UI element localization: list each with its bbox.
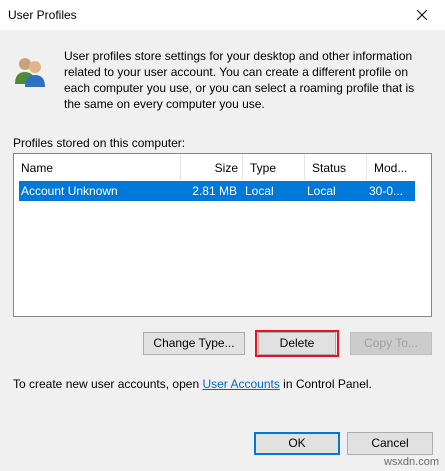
column-header-name[interactable]: Name	[14, 154, 181, 180]
watermark: wsxdn.com	[383, 456, 439, 468]
cell-type: Local	[245, 184, 274, 198]
change-type-button[interactable]: Change Type...	[143, 332, 245, 355]
cell-name: Account Unknown	[21, 184, 118, 198]
footer-prefix: To create new user accounts, open	[13, 377, 203, 391]
list-header: Name Size Type Status Mod...	[14, 154, 431, 180]
users-icon	[15, 58, 45, 87]
profiles-label: Profiles stored on this computer:	[13, 136, 186, 150]
column-header-modified[interactable]: Mod...	[367, 154, 431, 180]
delete-highlight	[255, 330, 339, 357]
ok-button[interactable]: OK	[254, 432, 340, 455]
cell-status: Local	[307, 184, 336, 198]
cell-modified: 30-0...	[369, 184, 404, 198]
close-icon	[417, 10, 427, 20]
window-title: User Profiles	[8, 8, 77, 22]
close-button[interactable]	[399, 0, 445, 30]
profiles-description: User profiles store settings for your de…	[64, 49, 415, 111]
cell-size: 2.81 MB	[192, 184, 237, 198]
profiles-list[interactable]: Name Size Type Status Mod... Account Unk…	[13, 153, 432, 317]
copy-to-button[interactable]: Copy To...	[350, 332, 432, 355]
column-header-status[interactable]: Status	[305, 154, 367, 180]
cancel-button[interactable]: Cancel	[347, 432, 433, 455]
footer-text: To create new user accounts, open User A…	[13, 377, 372, 391]
user-accounts-link[interactable]: User Accounts	[202, 377, 279, 391]
column-header-size[interactable]: Size	[181, 154, 243, 180]
title-bar: User Profiles	[0, 0, 445, 30]
column-header-type[interactable]: Type	[243, 154, 305, 180]
footer-suffix: in Control Panel.	[279, 377, 372, 391]
table-row[interactable]: Account Unknown 2.81 MB Local Local 30-0…	[19, 181, 415, 201]
